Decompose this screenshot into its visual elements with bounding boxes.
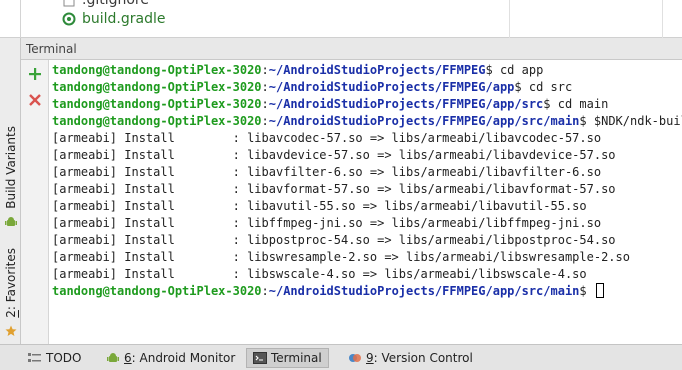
scrollbar-divider (662, 0, 663, 38)
prompt-user: tandong@tandong-OptiPlex-3020 (52, 114, 262, 128)
tab-todo[interactable]: TODO (22, 348, 87, 368)
prompt-line: tandong@tandong-OptiPlex-3020:~/AndroidS… (52, 97, 609, 111)
build-variants-label: Build Variants (3, 126, 18, 209)
close-icon (29, 94, 41, 106)
editor-divider (509, 0, 510, 38)
output-line: [armeabi] Install : libavfilter-6.so => … (52, 165, 602, 179)
version-control-icon (348, 351, 362, 365)
build-variants-tab[interactable]: Build Variants (0, 126, 21, 232)
tab-mnemonic: 6 (124, 351, 132, 365)
tab-label: : Android Monitor (131, 351, 236, 365)
output-line: [armeabi] Install : libffmpeg-jni.so => … (52, 216, 602, 230)
close-session-button[interactable] (27, 92, 43, 108)
favorites-mnemonic: 2 (3, 310, 18, 318)
output-line: [armeabi] Install : libswscale-4.so => l… (52, 267, 587, 281)
project-tree: .gitignore build.gradle (0, 0, 682, 38)
prompt-line: tandong@tandong-OptiPlex-3020:~/AndroidS… (52, 283, 604, 300)
text-cursor (595, 283, 604, 298)
tab-mnemonic: 9 (366, 351, 374, 365)
prompt-user: tandong@tandong-OptiPlex-3020 (52, 63, 262, 77)
file-icon (62, 0, 76, 7)
output-line: [armeabi] Install : libavformat-57.so =>… (52, 182, 616, 196)
favorites-label: 2: Favorites (4, 248, 18, 318)
tab-label: TODO (46, 351, 82, 365)
tab-version-control[interactable]: 9: Version Control (342, 348, 479, 368)
prompt-command: $ cd main (543, 97, 609, 111)
prompt-path: ~/AndroidStudioProjects/FFMPEG/app/src/m… (268, 114, 580, 128)
android-icon (4, 213, 17, 232)
tree-item-gitignore[interactable]: .gitignore (62, 0, 149, 9)
tab-label: : Version Control (373, 351, 473, 365)
prompt-user: tandong@tandong-OptiPlex-3020 (52, 80, 262, 94)
prompt-path: ~/AndroidStudioProjects/FFMPEG/app/src/m… (268, 284, 580, 298)
prompt-path: ~/AndroidStudioProjects/FFMPEG (268, 63, 486, 77)
prompt-user: tandong@tandong-OptiPlex-3020 (52, 97, 262, 111)
tab-terminal[interactable]: Terminal (246, 348, 329, 368)
prompt-line: tandong@tandong-OptiPlex-3020:~/AndroidS… (52, 80, 573, 94)
tool-window-bar: TODO 6: Android Monitor Terminal 9: Vers… (0, 344, 682, 370)
new-session-button[interactable] (27, 66, 43, 82)
terminal-title: Terminal (26, 42, 77, 56)
todo-icon (28, 351, 42, 365)
output-line: [armeabi] Install : libavutil-55.so => l… (52, 199, 587, 213)
output-line: [armeabi] Install : libavdevice-57.so =>… (52, 148, 616, 162)
prompt-command: $ cd app (485, 63, 544, 77)
prompt-line: tandong@tandong-OptiPlex-3020:~/AndroidS… (52, 113, 682, 130)
favorites-text: : Favorites (3, 248, 18, 311)
prompt-path: ~/AndroidStudioProjects/FFMPEG/app (268, 80, 515, 94)
terminal-icon (253, 351, 267, 365)
prompt-command: $ $NDK/ndk-build (579, 114, 682, 128)
output-line: [armeabi] Install : libavcodec-57.so => … (52, 131, 602, 145)
output-line: [armeabi] Install : libswresample-2.so =… (52, 250, 630, 264)
tab-android-monitor[interactable]: 6: Android Monitor (100, 348, 241, 368)
favorites-tab[interactable]: 2: Favorites (0, 248, 21, 341)
tree-guide-line (20, 0, 21, 38)
prompt-command: $ cd src (514, 80, 573, 94)
prompt-line: tandong@tandong-OptiPlex-3020:~/AndroidS… (52, 63, 544, 77)
prompt-path: ~/AndroidStudioProjects/FFMPEG/app/src (268, 97, 544, 111)
output-line: [armeabi] Install : libpostproc-54.so =>… (52, 233, 616, 247)
star-icon (5, 322, 17, 341)
android-icon (106, 351, 120, 365)
terminal-output[interactable]: tandong@tandong-OptiPlex-3020:~/AndroidS… (50, 60, 682, 344)
prompt-command: $ (579, 284, 594, 298)
left-tool-strip: Build Variants 2: Favorites (0, 38, 21, 344)
tree-item-label: .gitignore (82, 0, 149, 8)
gradle-icon (62, 12, 76, 26)
tab-label: Terminal (271, 351, 322, 365)
terminal-header: Terminal (21, 38, 682, 60)
tree-item-build-gradle[interactable]: build.gradle (62, 10, 166, 28)
tree-item-label: build.gradle (82, 11, 166, 27)
prompt-user: tandong@tandong-OptiPlex-3020 (52, 284, 262, 298)
plus-icon (29, 68, 41, 80)
terminal-toolbar (21, 60, 49, 344)
